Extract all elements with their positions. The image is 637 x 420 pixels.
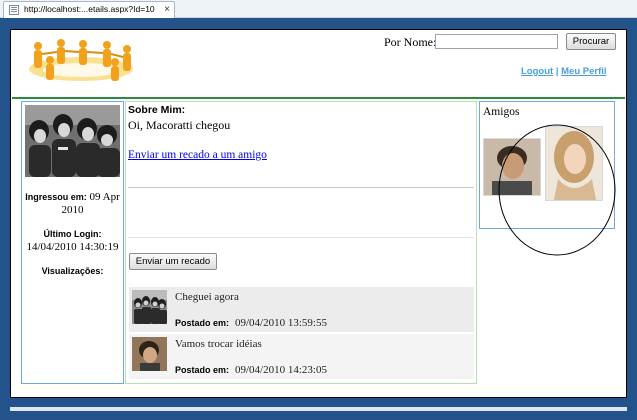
profile-info: Ingressou em: 09 Apr 2010 Último Login: … [24, 191, 121, 278]
post-avatar [132, 290, 167, 324]
post-date: 09/04/2010 14:23:05 [235, 364, 327, 376]
post-text: Vamos trocar idéias [175, 338, 262, 350]
post-date-label: Postado em: [175, 365, 230, 375]
search-label: Por Nome: [384, 35, 437, 49]
post-item: Vamos trocar idéias Postado em: 09/04/20… [129, 334, 474, 379]
header-divider [12, 97, 625, 99]
profile-sidebar: Ingressou em: 09 Apr 2010 Último Login: … [21, 101, 124, 384]
my-profile-link[interactable]: Meu Perfil [561, 66, 606, 77]
close-tab-icon[interactable]: × [164, 2, 170, 17]
post-text: Cheguei agora [175, 291, 239, 303]
search-button[interactable]: Procurar [566, 33, 616, 50]
profile-photo [25, 105, 120, 177]
logout-link[interactable]: Logout [521, 66, 553, 77]
browser-tab-strip: http://localhost:...etails.aspx?Id=10 × [0, 0, 637, 18]
page-footer-bar [10, 407, 627, 411]
header-links: Logout | Meu Perfil [521, 66, 607, 77]
message-textarea[interactable] [128, 187, 474, 238]
send-message-link[interactable]: Enviar um recado a um amigo [128, 149, 267, 161]
about-title: Sobre Mim: [128, 104, 186, 116]
browser-tab-title: http://localhost:...etails.aspx?Id=10 [24, 4, 155, 14]
last-login-label: Último Login: [43, 229, 102, 239]
about-panel: Sobre Mim: Oi, Macoratti chegou Enviar u… [125, 101, 477, 384]
about-text: Oi, Macoratti chegou [128, 118, 231, 132]
send-message-button[interactable]: Enviar um recado [129, 253, 217, 270]
link-separator: | [553, 66, 562, 77]
network-logo [29, 39, 133, 81]
page-icon [9, 5, 19, 15]
page-content: Por Nome: Procurar Logout | Meu Perfil I… [10, 29, 627, 398]
post-avatar [132, 337, 167, 371]
last-login-value: 14/04/2010 14:30:19 [26, 241, 119, 253]
browser-tab[interactable]: http://localhost:...etails.aspx?Id=10 × [3, 1, 175, 18]
search-input[interactable] [435, 34, 558, 49]
post-date: 09/04/2010 13:59:55 [235, 317, 327, 329]
annotation-circle [498, 124, 616, 256]
joined-label: Ingressou em: [25, 192, 87, 202]
post-date-label: Postado em: [175, 318, 230, 328]
post-item: Cheguei agora Postado em: 09/04/2010 13:… [129, 287, 474, 332]
friends-title: Amigos [483, 106, 520, 118]
page-frame: Por Nome: Procurar Logout | Meu Perfil I… [0, 18, 637, 420]
views-label: Visualizações: [41, 266, 104, 276]
